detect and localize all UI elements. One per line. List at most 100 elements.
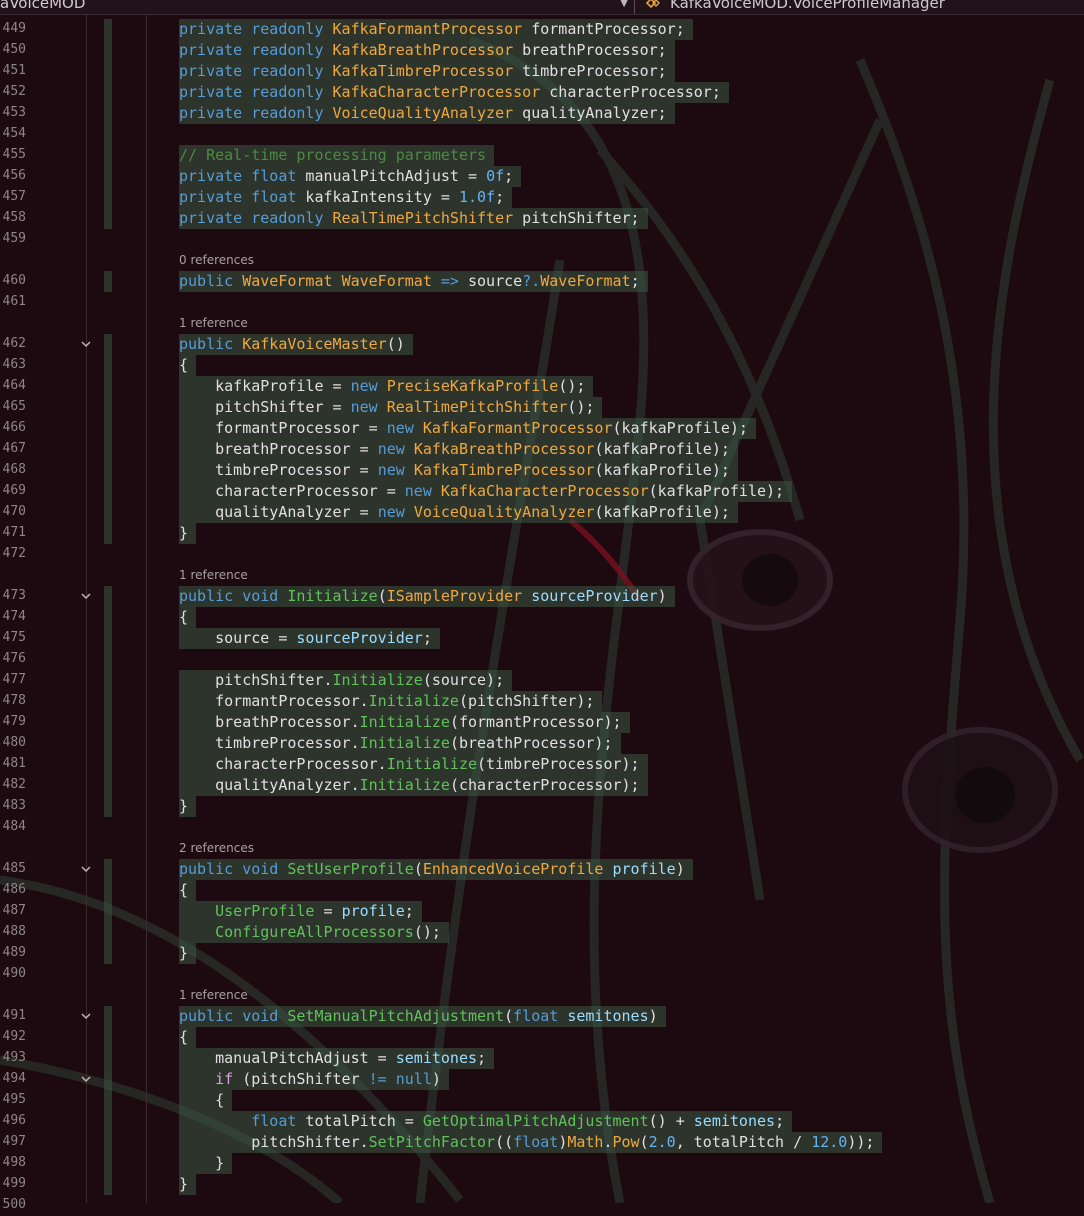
code-line[interactable]: 500 <box>0 1195 1084 1216</box>
code-line[interactable]: 452 private readonly KafkaCharacterProces… <box>0 82 1084 103</box>
code-line[interactable]: 491 public void SetManualPitchAdjustment(… <box>0 1006 1084 1027</box>
code-line[interactable]: 469 characterProcessor = new KafkaCharac… <box>0 481 1084 502</box>
line-number: 449 <box>2 21 26 36</box>
code-line[interactable]: 483} <box>0 796 1084 817</box>
code-editor[interactable]: 449 private readonly KafkaFormantProcesso… <box>0 14 1084 1212</box>
code-line[interactable]: 459 <box>0 229 1084 250</box>
code-text: pitchShifter.SetPitchFactor((float)Math.… <box>179 1132 883 1153</box>
change-indicator <box>104 460 112 481</box>
change-indicator <box>104 397 112 418</box>
code-line[interactable]: 455 // Real-time processing parameters <box>0 145 1084 166</box>
code-line[interactable]: 457 private float kafkaIntensity = 1.0f; <box>0 187 1084 208</box>
code-line[interactable]: 473 public void Initialize(ISampleProvide… <box>0 586 1084 607</box>
code-line[interactable]: 478 formantProcessor.Initialize(pitchShi… <box>0 691 1084 712</box>
line-number: 486 <box>2 882 26 897</box>
code-text: } <box>179 1174 197 1195</box>
code-line[interactable]: 482 qualityAnalyzer.Initialize(character… <box>0 775 1084 796</box>
line-number: 490 <box>2 966 26 981</box>
code-line[interactable]: 484 <box>0 817 1084 838</box>
line-number: 453 <box>2 105 26 120</box>
code-line[interactable]: 468 timbreProcessor = new KafkaTimbrePro… <box>0 460 1084 481</box>
code-text: private readonly KafkaFormantProcessor f… <box>179 19 693 40</box>
change-indicator <box>104 775 112 796</box>
line-number: 454 <box>2 126 26 141</box>
line-number: 450 <box>2 42 26 57</box>
code-line[interactable]: 463 { <box>0 355 1084 376</box>
code-line[interactable]: 466 formantProcessor = new KafkaFormantP… <box>0 418 1084 439</box>
fold-chevron-icon[interactable] <box>80 1011 92 1021</box>
line-number: 471 <box>2 525 26 540</box>
fold-chevron-icon[interactable] <box>80 591 92 601</box>
line-number: 476 <box>2 651 26 666</box>
code-line[interactable]: 467 breathProcessor = new KafkaBreathPro… <box>0 439 1084 460</box>
code-lens: 1 reference <box>0 313 1084 332</box>
code-text: qualityAnalyzer = new VoiceQualityAnalyz… <box>179 502 738 523</box>
code-line[interactable]: 471} <box>0 523 1084 544</box>
code-line[interactable]: 492 { <box>0 1027 1084 1048</box>
code-line[interactable]: 470 qualityAnalyzer = new VoiceQualityAn… <box>0 502 1084 523</box>
change-indicator <box>104 943 112 964</box>
code-line[interactable]: 489} <box>0 943 1084 964</box>
fold-chevron-icon[interactable] <box>80 339 92 349</box>
line-number: 489 <box>2 945 26 960</box>
code-line[interactable]: 488 ConfigureAllProcessors(); <box>0 922 1084 943</box>
code-line[interactable]: 495 { <box>0 1090 1084 1111</box>
code-line[interactable]: 475 source = sourceProvider; <box>0 628 1084 649</box>
code-lens-references[interactable]: 1 reference <box>179 568 248 582</box>
code-text: { <box>179 880 197 901</box>
code-line[interactable]: 496 float totalPitch = GetOptimalPitchAd… <box>0 1111 1084 1132</box>
code-line[interactable]: 487 UserProfile = profile; <box>0 901 1084 922</box>
project-dropdown-label: aVoiceMOD <box>0 0 86 12</box>
code-line[interactable]: 494 if (pitchShifter != null) <box>0 1069 1084 1090</box>
code-line[interactable]: 499} <box>0 1174 1084 1195</box>
code-line[interactable]: 477 pitchShifter.Initialize(source); <box>0 670 1084 691</box>
code-line[interactable]: 498 } <box>0 1153 1084 1174</box>
code-line[interactable]: 490 <box>0 964 1084 985</box>
code-text: source = sourceProvider; <box>179 628 440 649</box>
code-line[interactable]: 481 characterProcessor.Initialize(timbre… <box>0 754 1084 775</box>
code-text: float totalPitch = GetOptimalPitchAdjust… <box>179 1111 793 1132</box>
fold-chevron-icon[interactable] <box>80 864 92 874</box>
code-line[interactable]: 453 private readonly VoiceQualityAnalyzer… <box>0 103 1084 124</box>
code-line[interactable]: 485 public void SetUserProfile(EnhancedVo… <box>0 859 1084 880</box>
code-line[interactable]: 474 { <box>0 607 1084 628</box>
fold-chevron-icon[interactable] <box>80 1074 92 1084</box>
code-line[interactable]: 451 private readonly KafkaTimbreProcessor… <box>0 61 1084 82</box>
code-text: public void Initialize(ISampleProvider s… <box>179 586 675 607</box>
code-lens-references[interactable]: 2 references <box>179 841 254 855</box>
code-line[interactable]: 449 private readonly KafkaFormantProcesso… <box>0 19 1084 40</box>
code-line[interactable]: 497 pitchShifter.SetPitchFactor((float)M… <box>0 1132 1084 1153</box>
code-lens-references[interactable]: 1 reference <box>179 316 248 330</box>
code-text: { <box>179 355 197 376</box>
code-text: breathProcessor = new KafkaBreathProcess… <box>179 439 738 460</box>
code-line[interactable]: 480 timbreProcessor.Initialize(breathPro… <box>0 733 1084 754</box>
code-line[interactable]: 456 private float manualPitchAdjust = 0f; <box>0 166 1084 187</box>
code-lens-references[interactable]: 1 reference <box>179 988 248 1002</box>
line-number: 487 <box>2 903 26 918</box>
code-line[interactable]: 472 <box>0 544 1084 565</box>
code-line[interactable]: 450 private readonly KafkaBreathProcessor… <box>0 40 1084 61</box>
code-line[interactable]: 476 <box>0 649 1084 670</box>
change-indicator <box>104 1027 112 1048</box>
code-line[interactable]: 479 breathProcessor.Initialize(formantPr… <box>0 712 1084 733</box>
change-indicator <box>104 607 112 628</box>
code-line[interactable]: 486 { <box>0 880 1084 901</box>
code-line[interactable]: 460 public WaveFormat WaveFormat => sourc… <box>0 271 1084 292</box>
code-line[interactable]: 464 kafkaProfile = new PreciseKafkaProfi… <box>0 376 1084 397</box>
line-number: 500 <box>2 1197 26 1212</box>
code-line[interactable]: 458 private readonly RealTimePitchShifter… <box>0 208 1084 229</box>
change-indicator <box>104 271 112 292</box>
line-number: 492 <box>2 1029 26 1044</box>
project-dropdown[interactable]: aVoiceMOD ▼ <box>0 0 635 14</box>
code-line[interactable]: 454 <box>0 124 1084 145</box>
code-text: pitchShifter = new RealTimePitchShifter(… <box>179 397 603 418</box>
code-line[interactable]: 462 public KafkaVoiceMaster() <box>0 334 1084 355</box>
code-line[interactable]: 493 manualPitchAdjust = semitones; <box>0 1048 1084 1069</box>
code-text: characterProcessor.Initialize(timbreProc… <box>179 754 648 775</box>
code-line[interactable]: 461 <box>0 292 1084 313</box>
code-line[interactable]: 465 pitchShifter = new RealTimePitchShif… <box>0 397 1084 418</box>
code-text: characterProcessor = new KafkaCharacterP… <box>179 481 793 502</box>
change-indicator <box>104 61 112 82</box>
line-number: 473 <box>2 588 26 603</box>
code-lens-references[interactable]: 0 references <box>179 253 254 267</box>
